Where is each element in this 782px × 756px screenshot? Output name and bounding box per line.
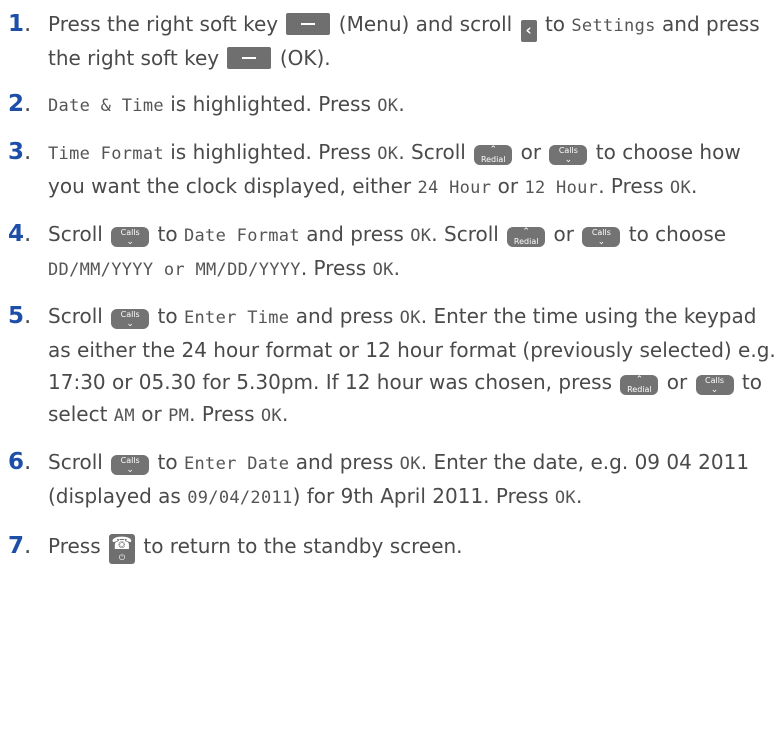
lcd-text: OK: [372, 260, 394, 280]
step-2: 2. Date & Time is highlighted. Press OK.: [8, 88, 780, 122]
instruction-steps: 1. Press the right soft key (Menu) and s…: [8, 8, 780, 578]
lcd-text: Date Format: [183, 226, 300, 246]
step-number: 7.: [8, 533, 32, 559]
lcd-text: 09/04/2011: [187, 488, 293, 508]
step-number: 1.: [8, 11, 32, 37]
right-soft-key-icon: [227, 47, 272, 69]
lcd-text: OK: [260, 406, 282, 426]
lcd-text: Enter Time: [183, 308, 290, 328]
step-number: 5.: [8, 303, 32, 329]
step-number: 3.: [8, 139, 32, 165]
lcd-text: OK: [399, 454, 421, 474]
lcd-text: OK: [377, 96, 399, 116]
calls-down-key-icon: Calls ⌄: [695, 375, 734, 395]
end-call-power-key-icon: ☎ ⏻: [109, 534, 135, 564]
lcd-text: DD/MM/YYYY or MM/DD/YYYY: [48, 260, 301, 280]
step-3: 3. Time Format is highlighted. Press OK.…: [8, 136, 780, 204]
calls-down-key-icon: Calls ⌄: [111, 455, 150, 475]
lcd-text: AM: [113, 406, 135, 426]
redial-up-key-icon: ⌃ Redial: [507, 227, 546, 247]
calls-down-key-icon: Calls ⌄: [111, 309, 150, 329]
lcd-text: Settings: [571, 16, 656, 36]
lcd-text: OK: [399, 308, 421, 328]
redial-up-key-icon: ⌃ Redial: [474, 145, 513, 165]
lcd-text: Date & Time: [48, 96, 164, 116]
lcd-text: OK: [669, 178, 691, 198]
lcd-text: 12 Hour: [524, 178, 599, 198]
step-number: 2.: [8, 91, 32, 117]
calls-down-key-icon: Calls ⌄: [582, 227, 621, 247]
step-1: 1. Press the right soft key (Menu) and s…: [8, 8, 780, 74]
step-5: 5. Scroll Calls ⌄ to Enter Time and press…: [8, 300, 780, 432]
calls-down-key-icon: Calls ⌄: [111, 227, 150, 247]
redial-up-key-icon: ⌃ Redial: [620, 375, 659, 395]
lcd-text: OK: [377, 144, 399, 164]
lcd-text: OK: [554, 488, 576, 508]
right-soft-key-icon: [286, 13, 331, 35]
lcd-text: PM: [168, 406, 190, 426]
step-number: 4.: [8, 221, 32, 247]
lcd-text: 24 Hour: [417, 178, 492, 198]
lcd-text: Time Format: [48, 144, 164, 164]
step-7: 7. Press ☎ ⏻ to return to the standby scr…: [8, 530, 780, 564]
scroll-left-icon: ‹: [520, 20, 537, 42]
step-4: 4. Scroll Calls ⌄ to Date Format and pres…: [8, 218, 780, 286]
step-6: 6. Scroll Calls ⌄ to Enter Date and press…: [8, 446, 780, 514]
step-number: 6.: [8, 449, 32, 475]
lcd-text: OK: [410, 226, 432, 246]
calls-down-key-icon: Calls ⌄: [549, 145, 588, 165]
lcd-text: Enter Date: [183, 454, 290, 474]
